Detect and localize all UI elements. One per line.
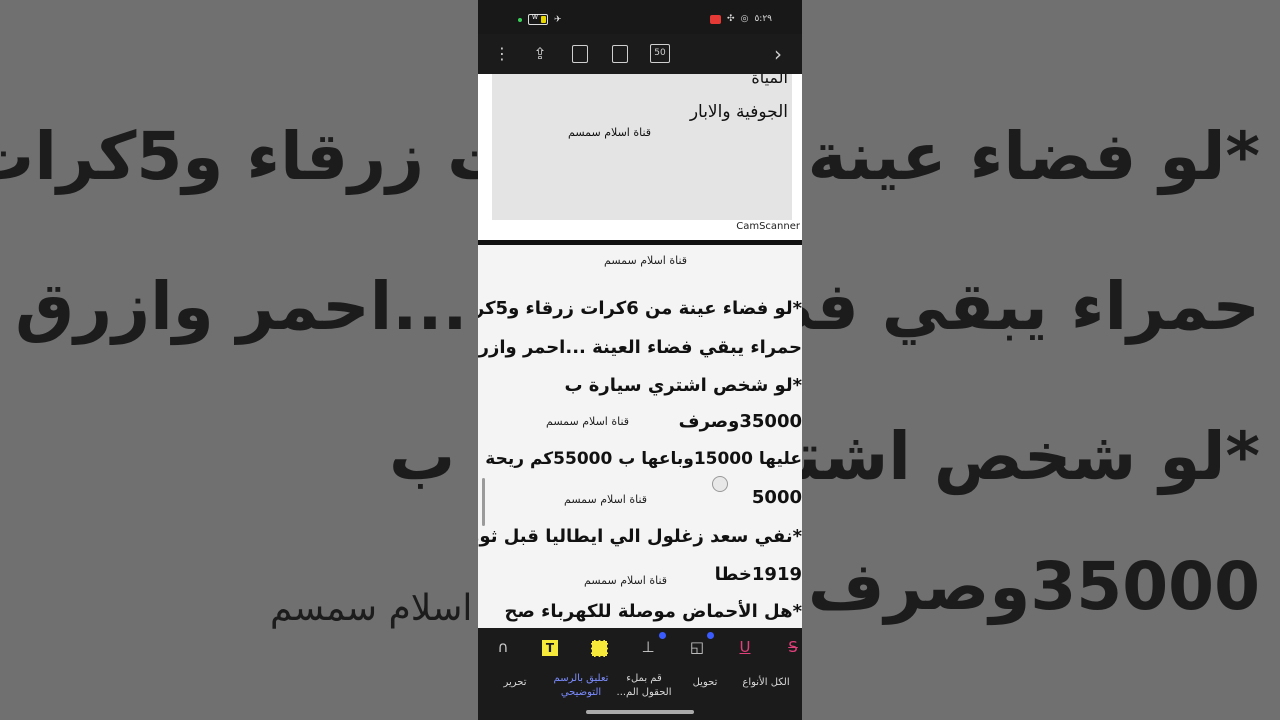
stamp-icon[interactable]: ⊥	[637, 636, 659, 658]
page1-line-1: المياة	[751, 74, 788, 87]
underline-icon[interactable]: U	[734, 636, 756, 658]
doc-line-8: 1919خطا	[714, 564, 802, 585]
bg-line-4: 35000وصرف	[807, 548, 1260, 625]
pen-icon[interactable]: ∩	[492, 636, 514, 658]
home-indicator[interactable]	[586, 710, 694, 714]
inline-watermark-2: قناة اسلام سمسم	[564, 493, 648, 506]
doc-line-7: *نفي سعد زغلول الي ايطاليا قبل ثورة	[478, 526, 802, 547]
bottom-tabs: الكل الأنواع تحويل قم بملء الحقول الم...…	[478, 668, 802, 720]
tab-fill-fields-line-1: قم بملء	[626, 673, 662, 684]
tab-annotate[interactable]: تعليق بالرسم التوضيحي	[550, 672, 612, 700]
page2-header-watermark: قناة اسلام سمسم	[604, 254, 688, 267]
page1-line-2: الجوفية والابار	[689, 102, 788, 122]
phone-screen: W ✈ ✣ ◎ ٥:٢٩ ⋮ ⇪ 50 › المياة الجوفية وال…	[478, 0, 802, 720]
inline-watermark-3: قناة اسلام سمسم	[584, 574, 668, 587]
scroll-handle[interactable]	[482, 478, 485, 526]
page-count-icon[interactable]: 50	[650, 44, 670, 63]
area-highlight-icon[interactable]	[591, 640, 608, 657]
text-highlight-icon[interactable]: T	[542, 640, 558, 656]
tab-annotate-line-1: تعليق بالرسم	[553, 673, 609, 684]
share-icon[interactable]: ⇪	[530, 44, 550, 64]
tab-all-types[interactable]: الكل الأنواع	[736, 676, 796, 690]
doc-line-2: حمراء يبقي فضاء العينة ...احمر وازرق	[478, 337, 802, 358]
cast-icon: ✣	[727, 14, 735, 24]
tab-convert[interactable]: تحويل	[680, 676, 730, 690]
shapes-badge-icon	[707, 632, 714, 639]
doc-line-6: 5000	[751, 487, 802, 508]
annotation-toolbar: ∩ T ⊥ ◱ U S	[478, 628, 802, 668]
shapes-icon[interactable]: ◱	[686, 636, 708, 658]
fit-page-icon[interactable]	[612, 45, 628, 63]
inline-watermark-1: قناة اسلام سمسم	[546, 415, 630, 428]
airplane-icon: ✈	[554, 14, 562, 25]
chevron-right-icon[interactable]: ›	[768, 44, 788, 64]
youtube-icon	[710, 14, 722, 24]
doc-line-1: *لو فضاء عينة من 6كرات زرقاء و5كرات	[478, 298, 802, 319]
status-left-icons: W ✈	[518, 14, 562, 25]
stamp-badge-icon	[659, 632, 666, 639]
pdf-page-1: المياة الجوفية والابار قناة اسلام سمسم C…	[478, 74, 802, 240]
touch-cursor-icon	[712, 476, 728, 492]
pdf-page-2: قناة اسلام سمسم *لو فضاء عينة من 6كرات ز…	[478, 245, 802, 628]
tab-edit[interactable]: تحرير	[492, 676, 538, 690]
scanned-area	[492, 74, 792, 220]
top-toolbar: ⋮ ⇪ 50 ›	[478, 34, 802, 74]
page-view-icon[interactable]	[572, 45, 588, 63]
more-vert-icon[interactable]: ⋮	[492, 44, 512, 64]
doc-line-9: *هل الأحماض موصلة للكهرباء صح	[504, 601, 802, 622]
document-viewer[interactable]: المياة الجوفية والابار قناة اسلام سمسم C…	[478, 74, 802, 628]
messenger-icon: ◎	[740, 14, 749, 24]
tab-fill-fields-line-2: الحقول الم...	[616, 687, 672, 698]
status-right-icons: ✣ ◎ ٥:٢٩	[710, 14, 772, 24]
camera-indicator-icon	[518, 17, 522, 22]
doc-line-5: عليها 15000وباعها ب 55000كم ريحة	[485, 449, 802, 469]
doc-line-3: *لو شخص اشتري سيارة ب	[564, 375, 802, 396]
tab-fill-fields[interactable]: قم بملء الحقول الم...	[614, 672, 674, 700]
doc-line-4: 35000وصرف	[678, 411, 802, 432]
tab-annotate-line-2: التوضيحي	[560, 687, 602, 698]
strikethrough-icon[interactable]: S	[782, 636, 802, 658]
battery-icon: W	[528, 14, 548, 25]
status-time: ٥:٢٩	[754, 14, 772, 24]
page1-watermark: قناة اسلام سمسم	[568, 126, 652, 139]
camscanner-footer: CamScanner	[736, 221, 800, 232]
